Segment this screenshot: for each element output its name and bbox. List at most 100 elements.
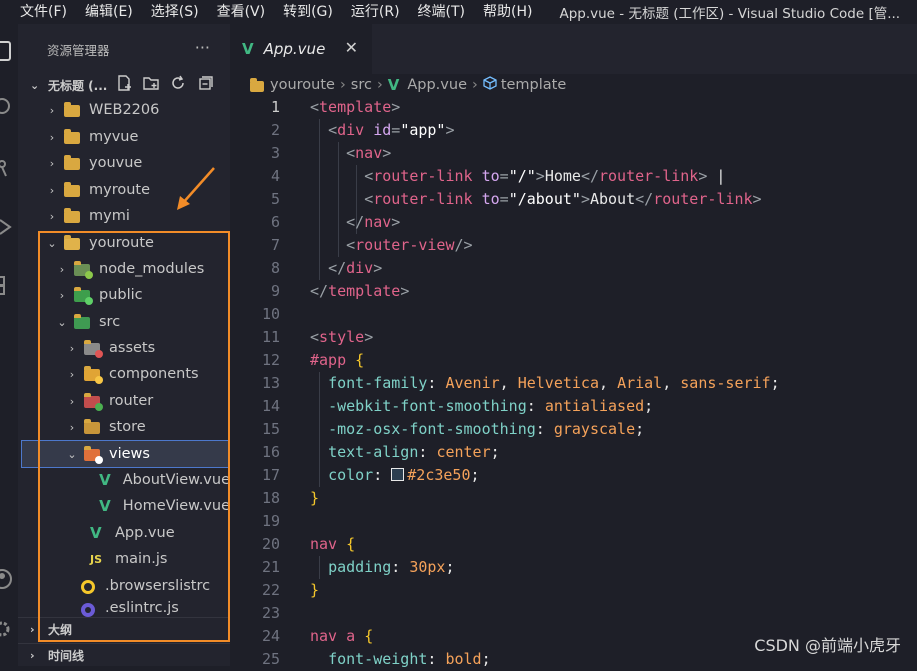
tab-app-vue[interactable]: V App.vue ✕ — [230, 24, 372, 74]
code-line: 7 <router-view/> — [230, 234, 917, 257]
code-text: <router-link to="/">Home</router-link> | — [364, 167, 726, 185]
code-line: 8 </div> — [230, 257, 917, 280]
code-text: </nav> — [346, 213, 401, 231]
breadcrumb-item[interactable]: template — [501, 77, 566, 93]
tree-item-components[interactable]: › components — [18, 361, 230, 387]
code-line: 23 — [230, 602, 917, 625]
tree-item-label: router — [109, 393, 154, 409]
tree-item-aboutview[interactable]: V AboutView.vue — [18, 467, 230, 493]
account-icon[interactable] — [0, 568, 14, 590]
chevron-right-icon: › — [69, 367, 75, 381]
code-line: 11 <style> — [230, 326, 917, 349]
tree-item-store[interactable]: › store — [18, 414, 230, 440]
tree-item-router[interactable]: › router — [18, 388, 230, 414]
code-text: font-weight: bold; — [328, 650, 491, 668]
chevron-right-icon: › — [49, 183, 55, 197]
code-line: 13 font-family: Avenir, Helvetica, Arial… — [230, 372, 917, 395]
tree-item-youroute[interactable]: ⌄ youroute — [18, 230, 230, 256]
line-number: 24 — [261, 627, 280, 645]
timeline-panel[interactable]: › 时间线 — [18, 643, 230, 666]
tree-item-main-js[interactable]: JS main.js — [18, 546, 230, 572]
line-number: 22 — [261, 581, 280, 599]
code-text: #app { — [310, 351, 365, 369]
code-text: </div> — [328, 259, 383, 277]
code-text: <template> — [310, 98, 401, 116]
breadcrumb-item[interactable]: src — [351, 77, 372, 93]
menu-go[interactable]: 转到(G) — [274, 0, 342, 24]
chevron-right-icon: › — [69, 394, 75, 408]
menu-run[interactable]: 运行(R) — [342, 0, 409, 24]
code-line: 4 <router-link to="/">Home</router-link>… — [230, 165, 917, 188]
chevron-down-icon: ⌄ — [57, 315, 67, 329]
code-line: 17 color: #2c3e50; — [230, 464, 917, 487]
tree-item-myvue[interactable]: › myvue — [18, 124, 230, 150]
collapse-all-icon[interactable] — [196, 74, 214, 92]
chevron-right-icon: › — [30, 648, 35, 662]
code-text: <style> — [310, 328, 374, 346]
tree-item-label: App.vue — [115, 525, 175, 541]
menu-terminal[interactable]: 终端(T) — [409, 0, 474, 24]
code-line: 2 <div id="app"> — [230, 119, 917, 142]
folder-icon — [64, 181, 81, 198]
chevron-right-icon: › — [49, 130, 55, 144]
assets-folder-icon — [84, 339, 103, 358]
tree-item-public[interactable]: › public — [18, 282, 230, 308]
tree-item-views[interactable]: ⌄ views — [21, 440, 231, 468]
tree-item-app-vue[interactable]: V App.vue — [18, 520, 230, 546]
tree-item-label: HomeView.vue — [122, 498, 230, 514]
menu-selection[interactable]: 选择(S) — [142, 0, 208, 24]
menu-file[interactable]: 文件(F) — [0, 0, 76, 24]
menu-bar: 文件(F) 编辑(E) 选择(S) 查看(V) 转到(G) 运行(R) 终端(T… — [0, 0, 917, 24]
run-debug-icon[interactable] — [0, 216, 14, 238]
close-icon[interactable]: ✕ — [345, 38, 358, 57]
vue-file-icon: V — [242, 39, 254, 58]
code-line: 22} — [230, 579, 917, 602]
explorer-icon[interactable] — [0, 40, 14, 62]
tree-item-label: views — [109, 446, 150, 462]
tree-item-label: youroute — [89, 235, 154, 251]
search-icon[interactable] — [0, 96, 14, 118]
code-line: 18} — [230, 487, 917, 510]
tree-item-browserslistrc[interactable]: .browserslistrc — [18, 573, 230, 599]
node-folder-icon — [74, 260, 93, 279]
extensions-icon[interactable] — [0, 274, 14, 296]
menu-view[interactable]: 查看(V) — [208, 0, 275, 24]
outline-panel[interactable]: › 大纲 — [18, 617, 230, 640]
tree-item-src[interactable]: ⌄ src — [18, 309, 230, 335]
vue-file-icon: V — [90, 523, 102, 542]
breadcrumb-item[interactable]: youroute — [270, 77, 335, 93]
chevron-right-icon: › — [69, 341, 75, 355]
more-actions-icon[interactable]: ··· — [195, 38, 210, 57]
folder-icon — [64, 154, 81, 171]
tree-item-homeview[interactable]: V HomeView.vue — [18, 493, 230, 519]
window-title: App.vue - 无标题 (工作区) - Visual Studio Code… — [559, 6, 901, 22]
router-folder-icon — [84, 392, 103, 411]
code-line: 15 -moz-osx-font-smoothing: grayscale; — [230, 418, 917, 441]
chevron-right-icon: › — [49, 156, 55, 170]
line-number: 2 — [270, 121, 280, 139]
code-text: -moz-osx-font-smoothing: grayscale; — [328, 420, 645, 438]
chevron-right-icon: › — [472, 77, 478, 93]
tree-item-label: public — [99, 287, 143, 303]
menu-edit[interactable]: 编辑(E) — [76, 0, 142, 24]
code-text: padding: 30px; — [328, 558, 455, 576]
breadcrumb-item[interactable]: App.vue — [407, 77, 467, 93]
tree-item-assets[interactable]: › assets — [18, 335, 230, 361]
line-number: 13 — [261, 374, 280, 392]
workspace-label: 无标题 (... — [48, 78, 108, 93]
tree-item-label: assets — [109, 340, 156, 356]
line-number: 16 — [261, 443, 280, 461]
new-file-icon[interactable] — [115, 74, 133, 92]
settings-gear-icon[interactable] — [0, 618, 14, 640]
tree-item-eslintrc[interactable]: .eslintrc.js — [18, 599, 230, 617]
refresh-icon[interactable] — [169, 74, 187, 92]
code-text: } — [310, 581, 320, 599]
annotation-arrow — [177, 167, 215, 210]
tree-item-web2206[interactable]: › WEB2206 — [18, 97, 230, 123]
color-swatch[interactable] — [391, 468, 405, 481]
code-text: color: #2c3e50; — [328, 466, 480, 484]
new-folder-icon[interactable] — [142, 74, 160, 92]
menu-help[interactable]: 帮助(H) — [474, 0, 541, 24]
source-control-icon[interactable] — [0, 158, 14, 180]
tree-item-node-modules[interactable]: › node_modules — [18, 256, 230, 282]
